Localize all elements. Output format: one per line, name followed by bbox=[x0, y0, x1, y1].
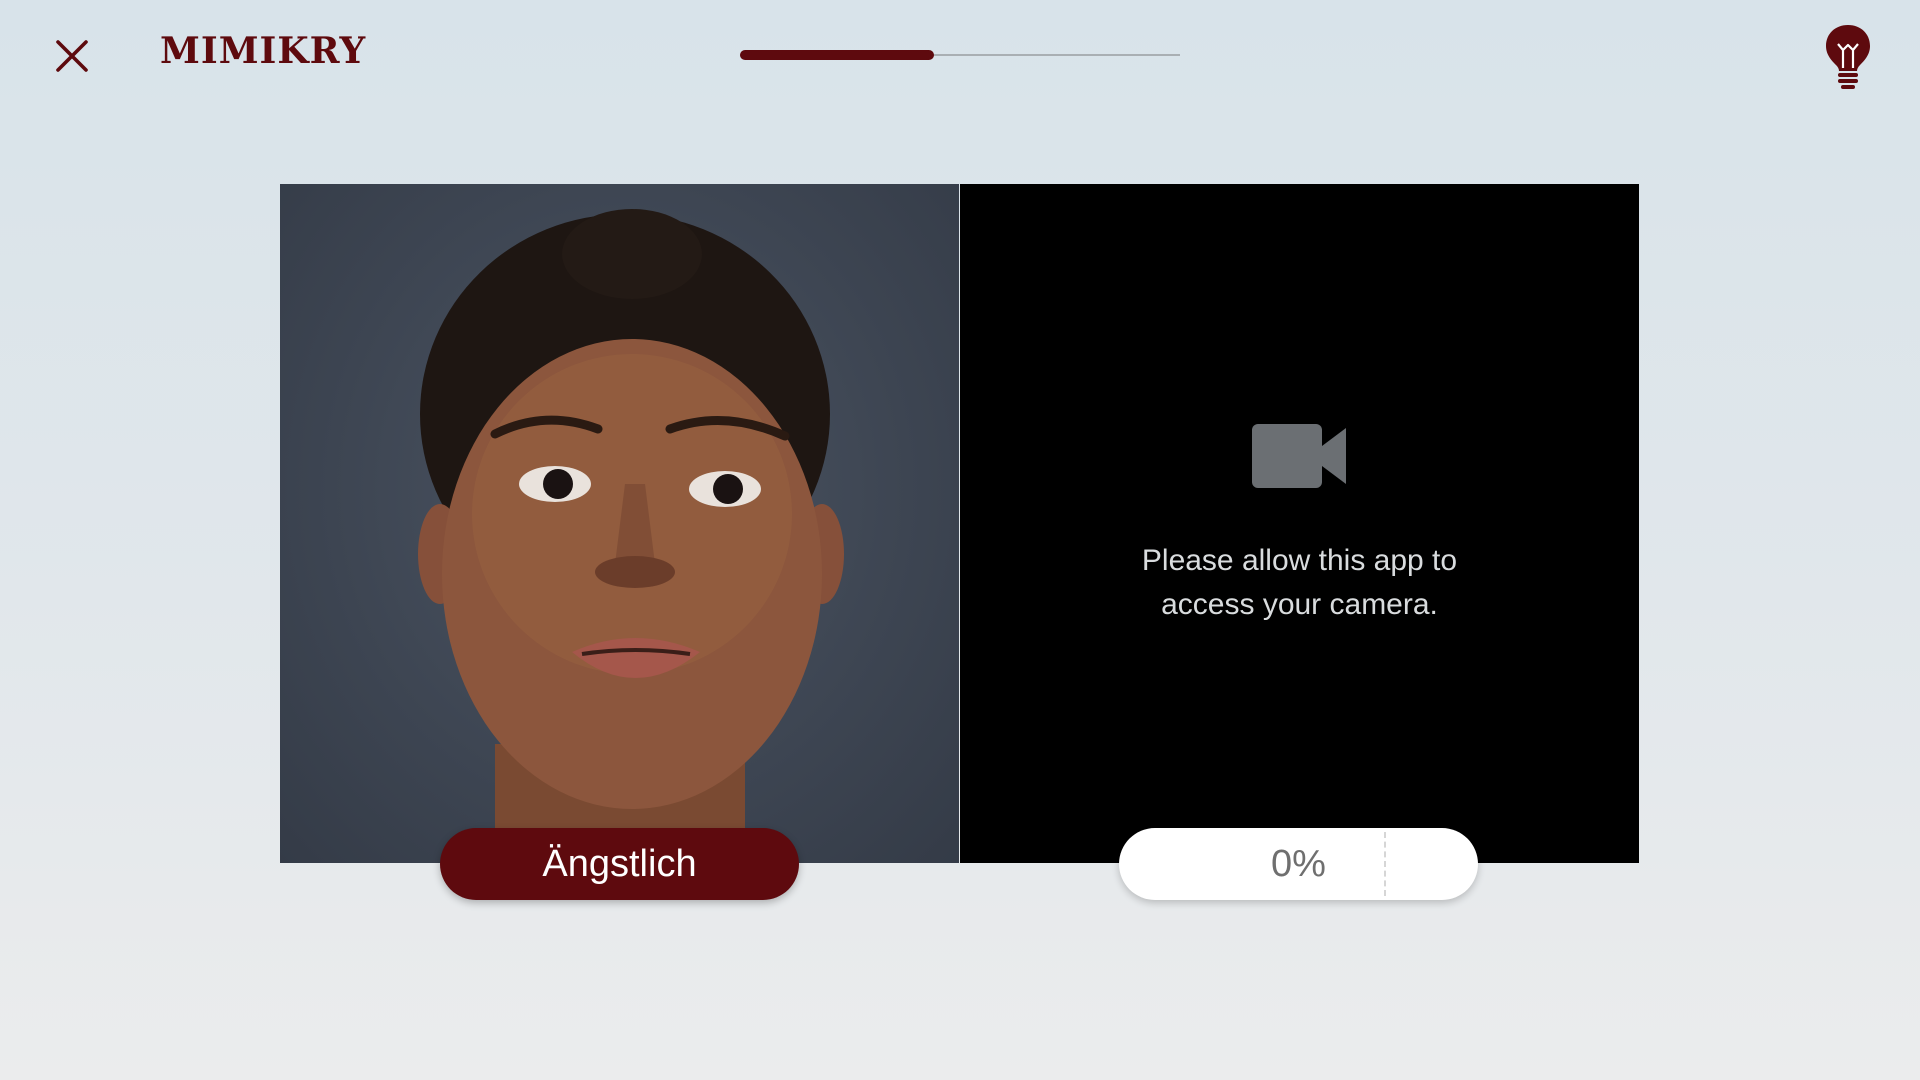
camera-message-line-1: Please allow this app to bbox=[1141, 544, 1458, 577]
face-illustration bbox=[418, 209, 844, 863]
progress-bar bbox=[740, 50, 1180, 60]
camera-permission-message: Please allow this app to access your cam… bbox=[1050, 539, 1549, 627]
reference-face-image bbox=[280, 184, 959, 863]
app-title: MIMIKRY bbox=[160, 30, 367, 72]
progress-fill bbox=[740, 50, 934, 60]
video-camera-icon bbox=[1252, 424, 1346, 488]
match-score-value: 0% bbox=[1271, 843, 1326, 885]
close-icon bbox=[56, 40, 88, 72]
score-target-marker bbox=[1384, 832, 1386, 896]
camera-feed-panel: Please allow this app to access your cam… bbox=[960, 184, 1639, 863]
emotion-label: Ängstlich bbox=[440, 828, 799, 900]
hint-button[interactable] bbox=[1822, 22, 1874, 90]
lightbulb-icon bbox=[1826, 25, 1870, 89]
match-score-pill: 0% bbox=[1119, 828, 1478, 900]
close-button[interactable] bbox=[52, 36, 92, 76]
camera-message-line-2: access your camera. bbox=[1161, 588, 1438, 621]
